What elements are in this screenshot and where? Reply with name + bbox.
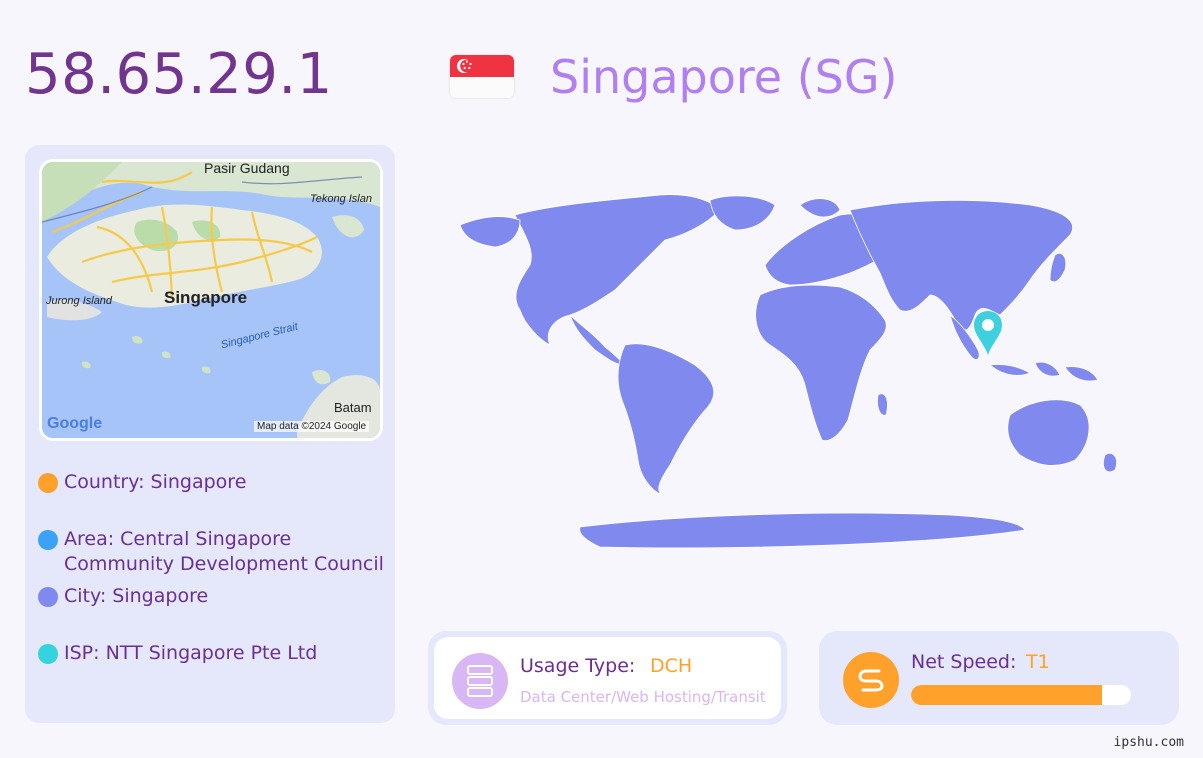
location-info-panel: Pasir Gudang Tekong Islan Jurong Island … [25,145,395,723]
location-pin-icon [974,311,1002,355]
usage-type-value: DCH [650,655,693,677]
net-speed-value: T1 [1026,651,1050,673]
map-label-batam: Batam [334,400,372,415]
ip-address: 58.65.29.1 [25,42,333,107]
map-label-tekong: Tekong Islan [310,193,372,205]
country-title: Singapore (SG) [550,50,898,104]
info-isp: ISP: NTT Singapore Pte Ltd [64,642,318,664]
isp-dot-icon [38,644,58,664]
usage-type-description: Data Center/Web Hosting/Transit [520,688,766,706]
info-country: Country: Singapore [64,471,247,493]
singapore-flag-icon [450,55,514,98]
map-label-pasir-gudang: Pasir Gudang [204,160,290,176]
map-label-singapore: Singapore [164,288,248,307]
map-label-jurong-island: Jurong Island [46,295,113,307]
world-map [459,194,1117,549]
info-area-row: Area: Central Singapore Community Develo… [38,527,384,577]
usage-type-label: Usage Type: [520,655,636,677]
net-speed-bar [911,685,1131,705]
google-logo: Google [47,415,103,432]
location-map[interactable]: Pasir Gudang Tekong Islan Jurong Island … [39,159,383,441]
info-city: City: Singapore [64,585,209,607]
site-watermark: ipshu.com [1113,735,1184,750]
server-icon [452,653,508,709]
usage-type-card: Usage Type: DCH Data Center/Web Hosting/… [428,631,787,725]
area-dot-icon [38,530,58,550]
info-country-row: Country: Singapore [38,470,384,495]
map-attribution: Map data ©2024 Google [254,421,370,432]
info-area: Area: Central Singapore Community Develo… [64,528,384,575]
city-dot-icon [38,587,58,607]
country-dot-icon [38,473,58,493]
info-isp-row: ISP: NTT Singapore Pte Ltd [38,641,384,666]
speed-icon [843,652,899,708]
net-speed-label: Net Speed: [911,651,1017,673]
net-speed-card: Net Speed: T1 [819,631,1179,725]
info-city-row: City: Singapore [38,584,384,609]
net-speed-bar-fill [911,685,1103,705]
